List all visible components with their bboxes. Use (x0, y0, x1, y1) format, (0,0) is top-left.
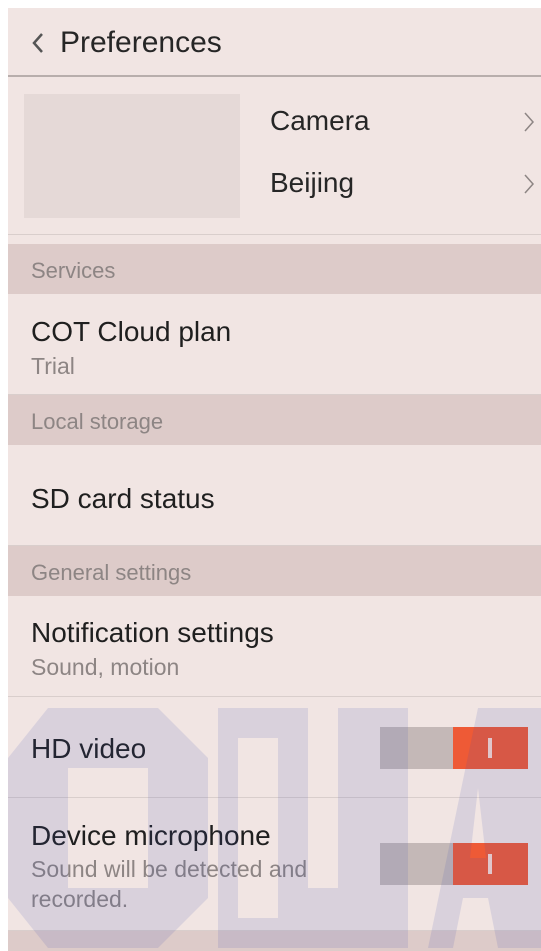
header: Preferences (8, 8, 541, 77)
cloud-plan-subtitle: Trial (31, 353, 75, 379)
toggle-knob (453, 843, 528, 885)
section-header-partial (8, 931, 541, 951)
hd-video-toggle[interactable] (380, 727, 528, 769)
section-header-services: Services (8, 244, 541, 294)
section-label: Local storage (31, 409, 164, 434)
notification-settings-subtitle: Sound, motion (31, 654, 180, 680)
toggle-knob (453, 727, 528, 769)
chevron-left-icon[interactable] (30, 30, 46, 56)
hd-video-row: HD video (8, 697, 541, 798)
location-row[interactable]: Beijing (270, 159, 541, 209)
section-label: General settings (31, 560, 192, 585)
sd-card-row[interactable]: SD card status (8, 445, 541, 546)
section-label: Services (31, 258, 116, 283)
notification-settings-title: Notification settings (31, 617, 274, 648)
page-title: Preferences (60, 26, 222, 59)
device-microphone-subtitle-line2: recorded. (31, 886, 129, 912)
sd-card-title: SD card status (31, 483, 215, 514)
chevron-right-icon (524, 112, 535, 132)
camera-label: Camera (270, 105, 370, 136)
camera-thumbnail[interactable] (24, 94, 240, 218)
section-header-local-storage: Local storage (8, 395, 541, 445)
device-microphone-toggle[interactable] (380, 843, 528, 885)
device-microphone-subtitle-line1: Sound will be detected and (31, 856, 308, 882)
device-microphone-row: Device microphone Sound will be detected… (8, 798, 541, 931)
chevron-right-icon (524, 174, 535, 194)
camera-row[interactable]: Camera (270, 97, 541, 147)
preferences-screen: Preferences Camera Beijing Services COT … (8, 8, 541, 951)
cloud-plan-row[interactable]: COT Cloud plan Trial (8, 294, 541, 395)
location-label: Beijing (270, 167, 355, 198)
notification-settings-row[interactable]: Notification settings Sound, motion (8, 596, 541, 697)
device-block: Camera Beijing (8, 77, 541, 235)
device-microphone-title: Device microphone (31, 820, 271, 851)
hd-video-title: HD video (31, 733, 147, 764)
cloud-plan-title: COT Cloud plan (31, 316, 232, 347)
section-header-general-settings: General settings (8, 546, 541, 596)
